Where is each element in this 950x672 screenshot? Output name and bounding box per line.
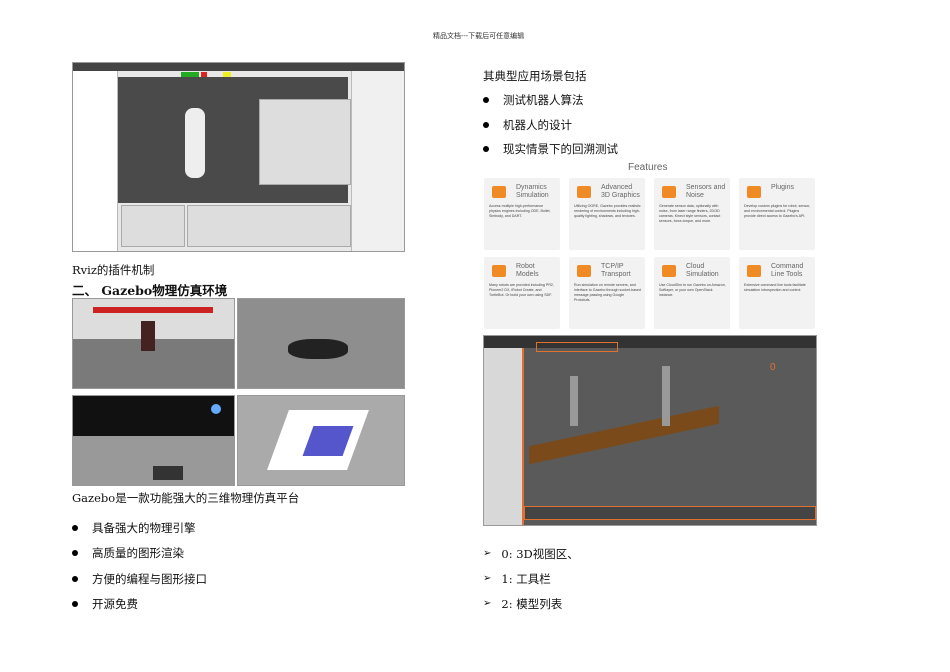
- arrow-bullet-icon: ➢: [483, 598, 492, 609]
- list-item-text: 2: 模型列表: [501, 596, 563, 611]
- feature-card: Plugins Develop custom plugins for robot,…: [739, 178, 815, 250]
- arrow-bullet-icon: ➢: [483, 573, 492, 584]
- list-item: 高质量的图形渲染: [72, 541, 207, 567]
- feature-card-title: Advanced 3D Graphics: [601, 184, 640, 199]
- list-item-text: 高质量的图形渲染: [92, 546, 184, 561]
- region-label-0: 0: [770, 362, 776, 373]
- feature-icon: [577, 265, 591, 277]
- rviz-screenshot: [72, 62, 405, 252]
- gazebo-maze-image: [237, 395, 405, 486]
- feature-card: Cloud Simulation Use CloudSim to run Gaze…: [654, 257, 730, 329]
- features-title: Features: [628, 162, 668, 173]
- bullet-icon: [72, 524, 78, 531]
- scenario-list: 测试机器人算法 机器人的设计 现实情景下的回溯测试: [483, 88, 618, 162]
- list-item-text: 开源免费: [92, 597, 138, 612]
- gazebo-quadrotor-image: [237, 298, 405, 389]
- list-item: ➢ 2: 模型列表: [483, 591, 579, 616]
- feature-card-title: Cloud Simulation: [686, 263, 719, 278]
- bullet-icon: [483, 121, 489, 128]
- feature-card: Dynamics Simulation Access multiple high-…: [484, 178, 560, 250]
- list-item: 测试机器人算法: [483, 88, 618, 113]
- features-panel: Features Dynamics Simulation Access multi…: [480, 158, 820, 333]
- gazebo-ui-regions-list: ➢ 0: 3D视图区、 ➢ 1: 工具栏 ➢ 2: 模型列表: [483, 541, 579, 616]
- feature-card-description: Many robots are provided including PR2, …: [489, 283, 554, 297]
- bullet-icon: [72, 550, 78, 557]
- feature-card-description: Generate sensor data, optionally with no…: [659, 204, 721, 223]
- feature-card-description: Develop custom plugins for robot, sensor…: [744, 204, 811, 218]
- feature-card: Robot Models Many robots are provided inc…: [484, 257, 560, 329]
- feature-icon: [492, 265, 506, 277]
- gazebo-intro: Gazebo是一款功能强大的三维物理仿真平台: [72, 491, 300, 505]
- feature-card: Advanced 3D Graphics Utilizing OGRE, Gaze…: [569, 178, 645, 250]
- feature-card-title: TCP/IP Transport: [601, 263, 631, 278]
- feature-icon: [662, 186, 676, 198]
- feature-card: Command Line Tools Extensive command line…: [739, 257, 815, 329]
- feature-card-title: Sensors and Noise: [686, 184, 726, 199]
- gazebo-ui-screenshot: 0: [483, 335, 817, 526]
- feature-card-description: Run simulation on remote servers, and in…: [574, 283, 641, 302]
- feature-card-description: Utilizing OGRE, Gazebo provides realisti…: [574, 204, 641, 218]
- feature-card-description: Access multiple high-performance physics…: [489, 204, 551, 218]
- feature-card-title: Plugins: [771, 184, 794, 191]
- section-heading: 二、 Gazebo物理仿真环境: [72, 283, 228, 298]
- gazebo-feature-list: 具备强大的物理引擎 高质量的图形渲染 方便的编程与图形接口 开源免费: [72, 515, 207, 617]
- feature-icon: [662, 265, 676, 277]
- list-item-text: 具备强大的物理引擎: [92, 520, 196, 535]
- list-item-text: 现实情景下的回溯测试: [503, 142, 618, 157]
- bullet-icon: [72, 601, 78, 608]
- list-item-text: 测试机器人算法: [503, 93, 584, 108]
- feature-card-description: Extensive command line tools facilitate …: [744, 283, 806, 292]
- rviz-caption: Rviz的插件机制: [72, 263, 155, 277]
- feature-card-title: Command Line Tools: [771, 263, 804, 278]
- feature-card-title: Robot Models: [516, 263, 539, 278]
- feature-icon: [747, 186, 761, 198]
- list-item-text: 方便的编程与图形接口: [92, 571, 207, 586]
- list-item: 开源免费: [72, 592, 207, 618]
- list-item: ➢ 1: 工具栏: [483, 566, 579, 591]
- feature-icon: [747, 265, 761, 277]
- feature-card: Sensors and Noise Generate sensor data, o…: [654, 178, 730, 250]
- feature-card: TCP/IP Transport Run simulation on remote…: [569, 257, 645, 329]
- list-item-text: 机器人的设计: [503, 117, 572, 132]
- list-item-text: 0: 3D视图区、: [501, 546, 579, 561]
- page-header: 精品文档---下载后可任意编辑: [433, 32, 525, 40]
- bullet-icon: [72, 575, 78, 582]
- feature-icon: [492, 186, 506, 198]
- list-item: 方便的编程与图形接口: [72, 566, 207, 592]
- document-page: 精品文档---下载后可任意编辑 Rviz的插件机制 二、 Gazebo物理仿真环…: [0, 0, 950, 672]
- arrow-bullet-icon: ➢: [483, 548, 492, 559]
- bullet-icon: [483, 97, 489, 104]
- bullet-icon: [483, 146, 489, 153]
- list-item: 具备强大的物理引擎: [72, 515, 207, 541]
- list-item: 机器人的设计: [483, 113, 618, 138]
- feature-icon: [577, 186, 591, 198]
- gazebo-moon-rover-image: [72, 395, 235, 486]
- list-item-text: 1: 工具栏: [501, 571, 551, 586]
- feature-card-title: Dynamics Simulation: [516, 184, 549, 199]
- gazebo-robot-room-image: [72, 298, 235, 389]
- feature-card-description: Use CloudSim to run Gazebo on Amazon, So…: [659, 283, 726, 297]
- scenarios-intro: 其典型应用场景包括: [483, 69, 587, 83]
- list-item: ➢ 0: 3D视图区、: [483, 541, 579, 566]
